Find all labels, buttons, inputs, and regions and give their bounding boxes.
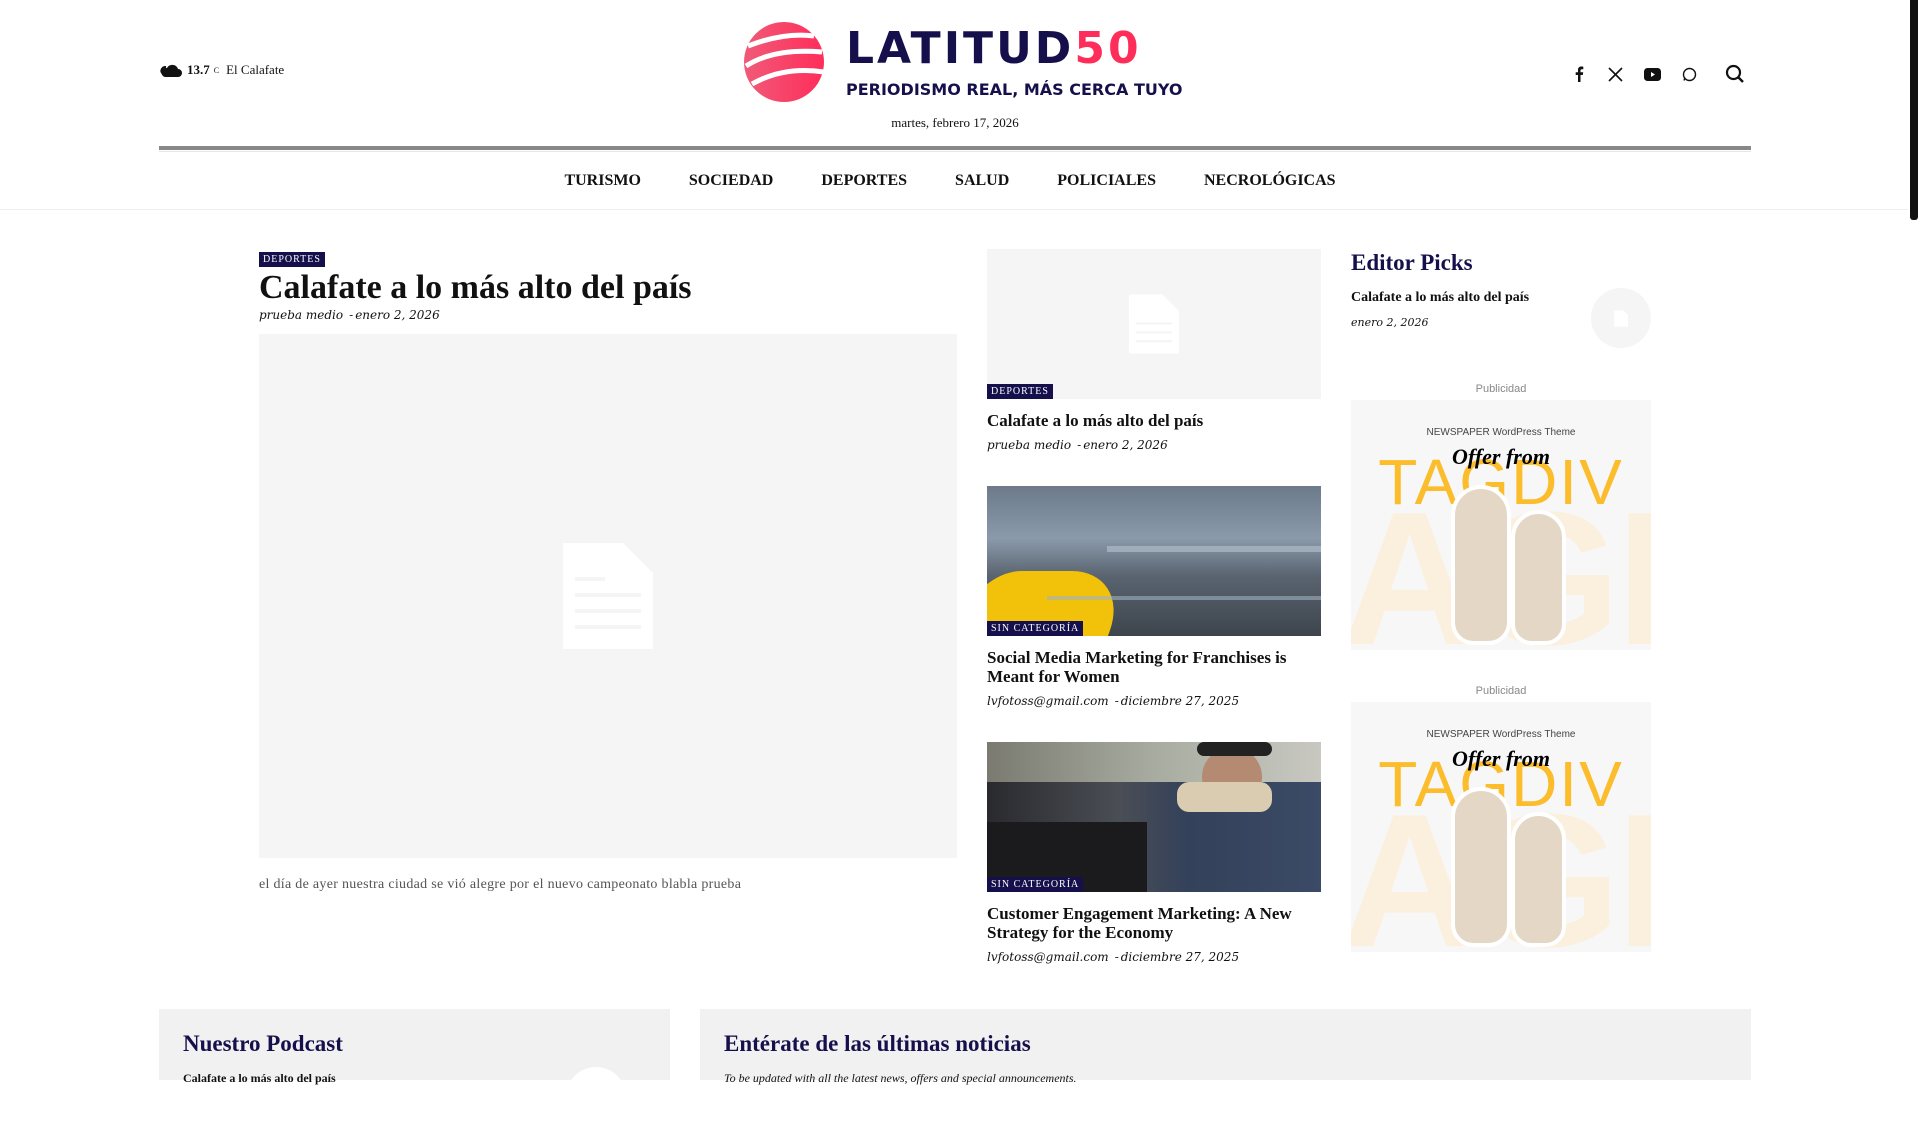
ad-label: Publicidad xyxy=(1475,685,1527,697)
nav-item-necrologicas[interactable]: NECROLÓGICAS xyxy=(1180,168,1360,194)
document-placeholder-icon xyxy=(563,543,653,649)
article-meta: prueba medio - enero 2, 2026 xyxy=(259,308,440,322)
site-logo[interactable]: LATITUD50 PERIODISMO REAL, MÁS CERCA TUY… xyxy=(744,22,1182,102)
logo-name: LATITUD xyxy=(846,23,1075,74)
article-date: enero 2, 2026 xyxy=(355,308,440,322)
advertisement-banner[interactable]: AGD NEWSPAPER WordPress Theme TAGDIV Off… xyxy=(1351,702,1651,952)
card-title[interactable]: Social Media Marketing for Franchises is… xyxy=(987,648,1321,686)
card-title[interactable]: Customer Engagement Marketing: A New Str… xyxy=(987,904,1321,942)
facebook-icon[interactable] xyxy=(1560,62,1597,86)
camera-operator-photo[interactable] xyxy=(987,742,1321,892)
card-author[interactable]: lvfotoss@gmail.com xyxy=(987,694,1109,708)
shoe-image xyxy=(1511,510,1566,645)
ad-line2: Offer from xyxy=(1452,746,1550,771)
card-date: diciembre 27, 2025 xyxy=(1120,950,1240,964)
document-placeholder-icon xyxy=(1614,309,1628,327)
youtube-icon[interactable] xyxy=(1634,62,1671,86)
weather-city: El Calafate xyxy=(226,62,285,77)
nav-item-sociedad[interactable]: SOCIEDAD xyxy=(665,168,797,194)
card-author[interactable]: prueba medio xyxy=(987,438,1071,452)
social-links xyxy=(1560,62,1753,86)
card-date: enero 2, 2026 xyxy=(1083,438,1168,452)
nav-item-salud[interactable]: SALUD xyxy=(931,168,1033,194)
main-nav: TURISMO SOCIEDAD DEPORTES SALUD POLICIAL… xyxy=(0,168,1910,194)
article-image-placeholder[interactable] xyxy=(259,334,957,858)
shoe-image xyxy=(1451,787,1511,947)
document-placeholder-icon xyxy=(1129,294,1179,354)
weather-widget: 13.7 C El Calafate xyxy=(159,62,284,78)
card-meta: lvfotoss@gmail.com - diciembre 27, 2025 xyxy=(987,694,1240,708)
card-image-placeholder[interactable] xyxy=(987,249,1321,399)
scrollbar-thumb[interactable] xyxy=(1910,0,1918,220)
editor-picks-heading: Editor Picks xyxy=(1351,250,1473,275)
article-title[interactable]: Calafate a lo más alto del país xyxy=(259,268,692,308)
card-date: diciembre 27, 2025 xyxy=(1120,694,1240,708)
header-divider xyxy=(159,146,1751,150)
logo-number: 50 xyxy=(1074,23,1142,74)
card-title[interactable]: Calafate a lo más alto del país xyxy=(987,411,1321,430)
logo-tagline: PERIODISMO REAL, MÁS CERCA TUYO xyxy=(846,80,1183,99)
ad-line2: Offer from xyxy=(1452,444,1550,469)
category-badge[interactable]: DEPORTES xyxy=(987,384,1053,399)
weather-unit: C xyxy=(213,65,220,75)
podcast-item[interactable]: Calafate a lo más alto del país xyxy=(183,1071,336,1086)
cloud-icon xyxy=(160,64,182,77)
nav-item-policiales[interactable]: POLICIALES xyxy=(1033,168,1180,194)
article-excerpt: el día de ayer nuestra ciudad se vió ale… xyxy=(259,877,742,892)
newsletter-heading: Entérate de las últimas noticias xyxy=(724,1031,1031,1056)
ad-label: Publicidad xyxy=(1475,383,1527,395)
podcast-heading: Nuestro Podcast xyxy=(183,1031,343,1056)
article-author[interactable]: prueba medio xyxy=(259,308,343,322)
podcast-section: Nuestro Podcast Calafate a lo más alto d… xyxy=(159,1009,670,1127)
nav-item-deportes[interactable]: DEPORTES xyxy=(797,168,931,194)
category-badge[interactable]: SIN CATEGORÍA xyxy=(987,877,1084,892)
pick-thumbnail[interactable] xyxy=(1591,288,1651,348)
pick-title[interactable]: Calafate a lo más alto del país xyxy=(1351,290,1529,306)
taxi-photo[interactable] xyxy=(987,486,1321,636)
current-date: martes, febrero 17, 2026 xyxy=(891,115,1019,130)
nav-item-turismo[interactable]: TURISMO xyxy=(540,168,664,194)
header-divider-thin xyxy=(159,151,1751,152)
card-meta: prueba medio - enero 2, 2026 xyxy=(987,438,1168,452)
shoe-image xyxy=(1451,485,1511,645)
newsletter-text: To be updated with all the latest news, … xyxy=(724,1071,1077,1085)
search-icon[interactable] xyxy=(1716,62,1753,86)
ad-line1: NEWSPAPER WordPress Theme xyxy=(1426,427,1576,438)
card-author[interactable]: lvfotoss@gmail.com xyxy=(987,950,1109,964)
main-article: DEPORTES xyxy=(259,249,325,267)
card-meta: lvfotoss@gmail.com - diciembre 27, 2025 xyxy=(987,950,1240,964)
weather-temp: 13.7 xyxy=(187,62,210,77)
newsletter-section: Entérate de las últimas noticias To be u… xyxy=(700,1009,1751,1085)
whatsapp-icon[interactable] xyxy=(1671,62,1708,86)
x-icon[interactable] xyxy=(1597,62,1634,86)
podcast-thumbnail[interactable] xyxy=(566,1067,626,1127)
globe-logo-icon xyxy=(744,22,825,102)
advertisement-banner[interactable]: AGD NEWSPAPER WordPress Theme TAGDIV Off… xyxy=(1351,400,1651,650)
shoe-image xyxy=(1511,812,1566,947)
category-badge[interactable]: DEPORTES xyxy=(259,252,325,267)
nav-divider xyxy=(0,209,1910,210)
ad-line1: NEWSPAPER WordPress Theme xyxy=(1426,729,1576,740)
pick-date: enero 2, 2026 xyxy=(1351,316,1429,329)
category-badge[interactable]: SIN CATEGORÍA xyxy=(987,621,1084,636)
